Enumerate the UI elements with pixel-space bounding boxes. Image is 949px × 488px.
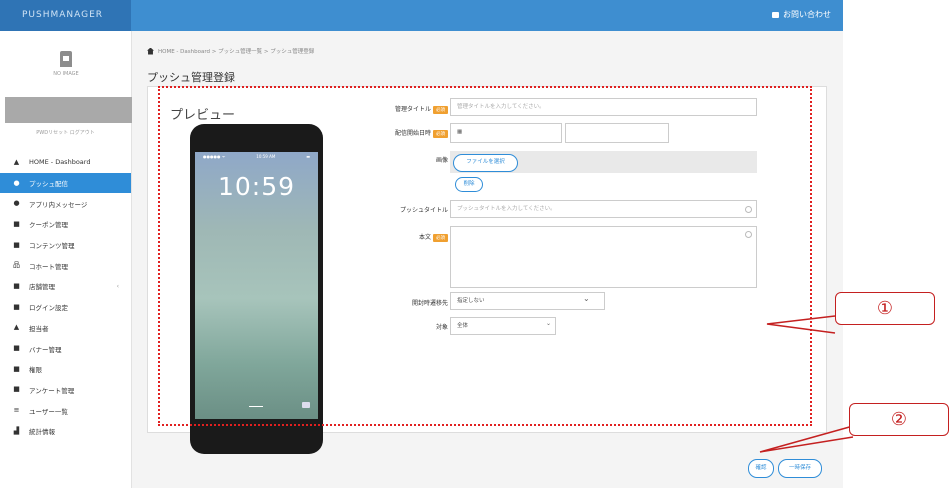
sidebar-item-label: コンテンツ管理 [29,242,75,251]
sidebar-item[interactable]: ■ ログイン設定 [0,297,131,318]
sidebar-item-label: 店舗管理 [29,283,55,292]
sidebar-nav: ▲ HOME - Dashboard ● プッシュ配信 ● アプリ内メッセージ ■ クーポン管… [0,152,131,442]
chart-icon: ▟ [13,426,20,435]
user-banner [5,97,132,123]
highlight-frame [158,86,812,426]
sidebar-item[interactable]: ▟ 統計情報 [0,421,131,442]
ticket-icon: ■ [13,219,20,228]
lock-icon: ■ [13,302,20,311]
sidebar-item-label: プッシュ配信 [29,180,68,189]
sidebar-item-label: コホート管理 [29,262,68,271]
sidebar-item[interactable]: ■ クーポン管理 [0,214,131,235]
sidebar-item[interactable]: ■ アンケート管理 [0,380,131,401]
sidebar-item-label: 担当者 [29,324,49,333]
sidebar-item-label: HOME - Dashboard [29,158,91,167]
sidebar-item-label: ログイン設定 [29,304,68,313]
home-icon[interactable] [147,47,154,55]
sidebar-item-label: 統計情報 [29,428,55,437]
sidebar-item[interactable]: ■ コンテンツ管理 [0,235,131,256]
sitemap-icon: 品 [13,261,20,270]
doc-icon: ■ [13,240,20,249]
sidebar-item-label: ユーザー一覧 [29,407,68,416]
footer-actions: 確認 一時保存 [748,459,822,478]
sidebar-item[interactable]: ▲ HOME - Dashboard [0,152,131,173]
sidebar-item-label: 権限 [29,366,42,375]
sidebar-item[interactable]: ■ バナー管理 [0,338,131,359]
survey-icon: ■ [13,385,20,394]
contact-label: お問い合わせ [783,10,831,19]
sidebar-item-label: バナー管理 [29,345,62,354]
sidebar-item[interactable]: ▲ 担当者 [0,318,131,339]
save-draft-button[interactable]: 一時保存 [778,459,822,478]
sidebar-item-label: クーポン管理 [29,221,68,230]
building-icon [60,51,72,67]
sidebar-item[interactable]: ≡ ユーザー一覧 [0,400,131,421]
sidebar-item-label: アンケート管理 [29,386,75,395]
user-icon: ▲ [13,323,20,332]
sidebar-item[interactable]: ● プッシュ配信 [0,172,131,194]
store-logo: NO IMAGE [44,51,88,95]
sidebar-item[interactable]: 品コホート管理 [0,255,131,276]
breadcrumb: HOME - Dashboard > プッシュ管理一覧 > プッシュ管理登録 [147,47,314,55]
chat-icon: ● [13,199,20,208]
brand-logo[interactable]: PUSHMANAGER [0,0,131,31]
home-icon: ▲ [13,157,20,166]
chevron-left-icon: ‹ [116,282,119,290]
logo-label: NO IMAGE [53,71,79,77]
sidebar: NO IMAGE PWDリセット ログアウト ▲ HOME - Dashboard… [0,31,132,488]
list-icon: ≡ [13,406,20,415]
mail-icon [772,11,779,18]
sidebar-item-label: アプリ内メッセージ [29,200,88,209]
user-links[interactable]: PWDリセット ログアウト [0,129,131,136]
callout-1: ① [835,292,935,325]
confirm-button[interactable]: 確認 [748,459,774,478]
contact-link[interactable]: お問い合わせ [772,9,831,20]
sidebar-item[interactable]: ■ 店舗管理 ‹ [0,276,131,297]
banner-icon: ■ [13,344,20,353]
sidebar-item[interactable]: ■ 権限 [0,359,131,380]
callout-2: ② [849,403,949,436]
page-title: プッシュ管理登録 [147,71,235,84]
store-icon: ■ [13,281,20,290]
top-bar: PUSHMANAGER お問い合わせ [0,0,843,31]
breadcrumb-text[interactable]: HOME - Dashboard > プッシュ管理一覧 > プッシュ管理登録 [158,47,314,55]
bullet-icon: ● [13,178,20,187]
check-icon: ■ [13,364,20,373]
sidebar-item[interactable]: ● アプリ内メッセージ [0,193,131,214]
